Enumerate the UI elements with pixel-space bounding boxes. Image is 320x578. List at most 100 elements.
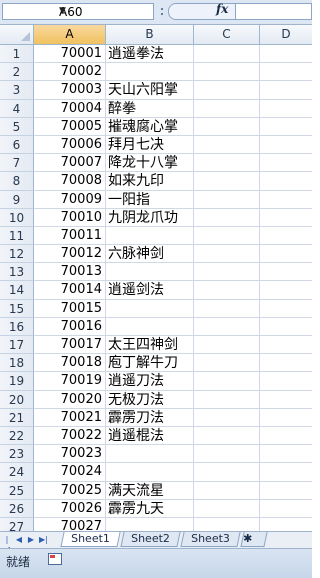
cell-c[interactable] [194, 463, 260, 482]
cell-b[interactable]: 无极刀法 [106, 390, 194, 409]
cell-b[interactable]: 六脉神剑 [106, 245, 194, 264]
cell-c[interactable] [194, 408, 260, 427]
cell-d[interactable] [260, 191, 312, 209]
cell-b[interactable] [106, 317, 194, 336]
cell-b[interactable]: 庖丁解牛刀 [106, 354, 194, 373]
cell-a[interactable]: 70023 [34, 445, 106, 464]
cell-b[interactable] [106, 226, 194, 246]
row-header[interactable]: 12 [0, 245, 34, 264]
cell-b[interactable]: 一阳指 [106, 190, 194, 209]
cell-a[interactable]: 70024 [34, 463, 106, 482]
cell-b[interactable] [106, 63, 194, 82]
name-box-dropdown-icon[interactable]: ▼ [59, 6, 149, 16]
nav-prev-icon[interactable]: ◀ [15, 535, 23, 545]
cell-d[interactable] [260, 500, 312, 518]
row-header[interactable]: 19 [0, 372, 34, 391]
cell-c[interactable] [194, 372, 260, 391]
cell-d[interactable] [260, 81, 312, 100]
cell-b[interactable]: 逍遥剑法 [106, 281, 194, 300]
cell-c[interactable] [194, 208, 260, 227]
cell-c[interactable] [194, 81, 260, 100]
cell-d[interactable] [260, 63, 312, 82]
cell-d[interactable] [260, 263, 312, 282]
row-header[interactable]: 7 [0, 154, 34, 173]
row-header[interactable]: 18 [0, 354, 34, 373]
cell-c[interactable] [194, 226, 260, 246]
cell-b[interactable] [106, 463, 194, 482]
cell-a[interactable]: 70022 [34, 426, 106, 446]
cell-b[interactable]: 拜月七决 [106, 135, 194, 155]
row-header[interactable]: 6 [0, 135, 34, 155]
cell-c[interactable] [194, 445, 260, 464]
row-header[interactable]: 1 [0, 45, 34, 64]
cell-d[interactable] [260, 227, 312, 246]
cell-d[interactable] [260, 45, 312, 64]
tab-sheet3[interactable]: Sheet3 [180, 532, 241, 547]
cell-d[interactable] [260, 409, 312, 427]
cell-d[interactable] [260, 172, 312, 191]
cell-a[interactable]: 70016 [34, 317, 106, 336]
insert-sheet-icon[interactable]: ✱ [240, 532, 268, 547]
row-header[interactable]: 23 [0, 445, 34, 464]
cell-c[interactable] [194, 299, 260, 318]
cell-c[interactable] [194, 499, 260, 518]
cell-b[interactable] [106, 445, 194, 464]
cell-c[interactable] [194, 281, 260, 300]
cell-a[interactable]: 70013 [34, 263, 106, 282]
column-header-d[interactable]: D [260, 25, 312, 45]
row-header[interactable]: 10 [0, 208, 34, 227]
cell-a[interactable]: 70017 [34, 336, 106, 355]
cell-d[interactable] [260, 136, 312, 155]
cell-d[interactable] [260, 154, 312, 173]
cell-c[interactable] [194, 317, 260, 336]
cell-c[interactable] [194, 481, 260, 500]
cell-c[interactable] [194, 172, 260, 191]
cell-d[interactable] [260, 463, 312, 482]
row-header[interactable]: 9 [0, 190, 34, 209]
cell-a[interactable]: 70015 [34, 299, 106, 318]
insert-function-icon[interactable]: fx [216, 2, 228, 16]
column-header-a[interactable]: A [34, 25, 106, 45]
cell-a[interactable]: 70003 [34, 81, 106, 100]
row-header[interactable]: 20 [0, 390, 34, 409]
row-header[interactable]: 24 [0, 463, 34, 482]
cell-b[interactable]: 醉拳 [106, 99, 194, 118]
cell-a[interactable]: 70008 [34, 172, 106, 191]
cell-b[interactable]: 天山六阳掌 [106, 81, 194, 100]
cell-a[interactable]: 70001 [34, 45, 106, 64]
cell-a[interactable]: 70018 [34, 354, 106, 373]
cell-d[interactable] [260, 354, 312, 373]
cell-b[interactable]: 如来九印 [106, 172, 194, 191]
row-header[interactable]: 8 [0, 172, 34, 191]
row-header[interactable]: 21 [0, 408, 34, 427]
cell-b[interactable]: 逍遥刀法 [106, 372, 194, 391]
cell-a[interactable]: 70026 [34, 499, 106, 518]
cell-b[interactable]: 九阴龙爪功 [106, 208, 194, 227]
cell-c[interactable] [194, 390, 260, 409]
cell-d[interactable] [260, 336, 312, 355]
cell-a[interactable]: 70005 [34, 117, 106, 136]
cell-c[interactable] [194, 45, 260, 64]
formula-bar-splitter[interactable] [158, 3, 166, 20]
cell-b[interactable]: 摧魂腐心掌 [106, 117, 194, 136]
formula-input[interactable] [236, 3, 312, 20]
row-header[interactable]: 16 [0, 317, 34, 336]
cell-a[interactable]: 70014 [34, 281, 106, 300]
cell-a[interactable]: 70009 [34, 190, 106, 209]
tab-sheet1[interactable]: Sheet1 [60, 532, 121, 547]
cell-d[interactable] [260, 318, 312, 336]
cell-d[interactable] [260, 372, 312, 391]
cell-b[interactable]: 逍遥棍法 [106, 426, 194, 446]
row-header[interactable]: 26 [0, 499, 34, 518]
cell-c[interactable] [194, 154, 260, 173]
cell-b[interactable]: 霹雳刀法 [106, 408, 194, 427]
column-header-b[interactable]: B [106, 25, 194, 45]
select-all-corner[interactable] [0, 25, 34, 45]
cell-d[interactable] [260, 391, 312, 409]
cell-d[interactable] [260, 482, 312, 500]
cell-a[interactable]: 70012 [34, 245, 106, 264]
nav-last-icon[interactable]: ▶| [39, 535, 48, 545]
name-box[interactable]: A60 ▼ [2, 3, 154, 20]
cell-a[interactable]: 70006 [34, 135, 106, 155]
cell-a[interactable]: 70010 [34, 208, 106, 227]
